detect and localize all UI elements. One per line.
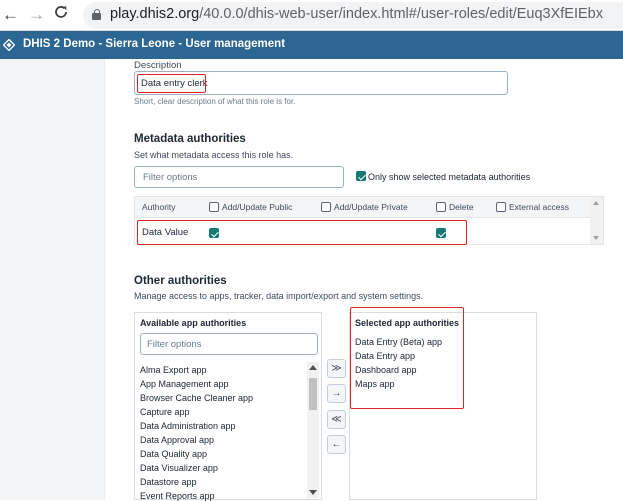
select-button[interactable]: → <box>327 384 346 403</box>
available-list-item[interactable]: Browser Cache Cleaner app <box>140 393 253 403</box>
available-authorities-panel: Available app authorities Filter options… <box>134 312 322 501</box>
select-all-button[interactable]: ≫ <box>327 359 346 378</box>
delete-all-checkbox[interactable] <box>436 202 446 212</box>
dhis2-logo-icon[interactable] <box>3 39 15 51</box>
browser-toolbar: ← → play.dhis2.org/40.0.0/dhis-web-user/… <box>0 0 623 31</box>
app-title: DHIS 2 Demo - Sierra Leone - User manage… <box>23 38 286 50</box>
deselect-all-button[interactable]: ≪ <box>327 410 346 429</box>
external-access-all-checkbox[interactable] <box>496 202 506 212</box>
metadata-filter-placeholder: Filter options <box>143 172 198 183</box>
description-label: Description <box>134 60 182 71</box>
highlight-box <box>137 74 206 93</box>
column-add-update-public: Add/Update Public <box>222 202 293 212</box>
arrow-right-icon[interactable]: → <box>28 4 45 26</box>
available-list-item[interactable]: Data Visualizer app <box>140 463 218 473</box>
only-selected-checkbox[interactable] <box>356 171 366 181</box>
table-header: Authority Add/Update Public Add/Update P… <box>135 197 591 218</box>
other-title: Other authorities <box>134 275 227 287</box>
arrow-left-icon[interactable]: ← <box>2 4 19 26</box>
metadata-subtitle: Set what metadata access this role has. <box>134 150 294 160</box>
deselect-button[interactable]: ← <box>327 435 346 454</box>
column-authority: Authority <box>142 202 176 212</box>
available-list-item[interactable]: App Management app <box>140 379 229 389</box>
add-update-private-all-checkbox[interactable] <box>321 202 331 212</box>
reload-icon[interactable] <box>53 4 69 26</box>
address-bar[interactable]: play.dhis2.org/40.0.0/dhis-web-user/inde… <box>83 2 623 29</box>
available-filter-placeholder: Filter options <box>147 339 202 350</box>
available-filter-input[interactable]: Filter options <box>140 333 318 355</box>
available-title: Available app authorities <box>140 318 247 328</box>
table-scrollbar[interactable] <box>590 197 603 244</box>
available-list-item[interactable]: Data Quality app <box>140 449 207 459</box>
metadata-filter-input[interactable]: Filter options <box>134 166 344 188</box>
other-subtitle: Manage access to apps, tracker, data imp… <box>134 291 424 301</box>
description-helper: Short, clear description of what this ro… <box>134 97 296 106</box>
available-scrollbar[interactable] <box>307 362 319 498</box>
available-list-item[interactable]: Data Administration app <box>140 421 236 431</box>
highlight-box <box>137 220 467 245</box>
available-list-item[interactable]: Alma Export app <box>140 365 207 375</box>
app-header: DHIS 2 Demo - Sierra Leone - User manage… <box>0 31 623 59</box>
column-delete: Delete <box>449 202 474 212</box>
highlight-box <box>350 307 464 409</box>
available-list-item[interactable]: Data Approval app <box>140 435 214 445</box>
only-selected-label: Only show selected metadata authorities <box>368 172 531 182</box>
available-list-item[interactable]: Capture app <box>140 407 190 417</box>
column-external-access: External access <box>509 202 569 212</box>
column-add-update-private: Add/Update Private <box>334 202 408 212</box>
lock-icon <box>92 9 101 20</box>
add-update-public-all-checkbox[interactable] <box>209 202 219 212</box>
metadata-title: Metadata authorities <box>134 133 246 145</box>
sidebar <box>0 59 105 500</box>
available-list-item[interactable]: Datastore app <box>140 477 197 487</box>
url-text: play.dhis2.org/40.0.0/dhis-web-user/inde… <box>110 6 603 22</box>
